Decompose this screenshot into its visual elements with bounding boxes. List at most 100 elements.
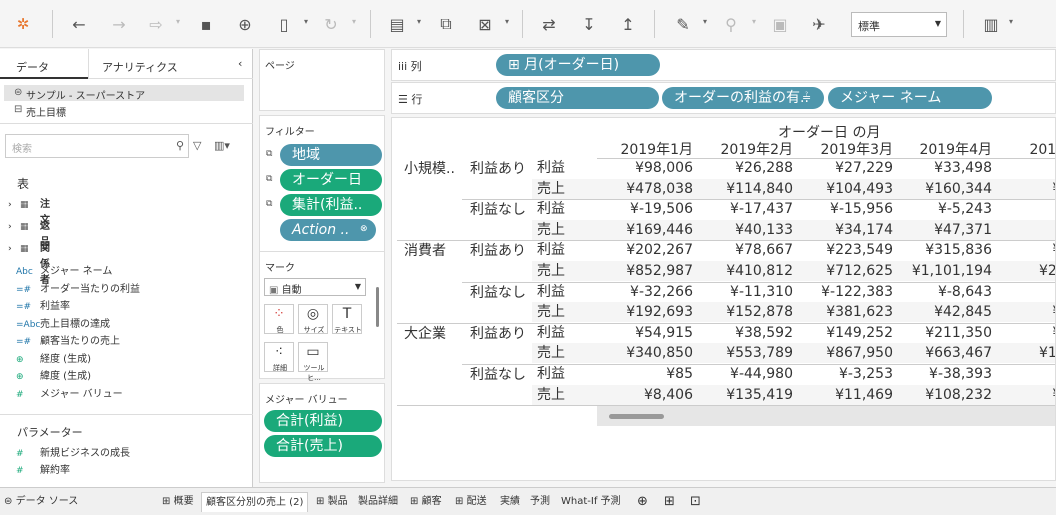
sheet-tab[interactable]: 製品詳細 <box>358 492 398 512</box>
measure-value-pill[interactable]: 合計(売上) <box>264 435 382 457</box>
pages-card[interactable]: ページ <box>259 49 385 111</box>
table-cell[interactable]: ¥340 <box>992 240 1055 260</box>
table-cell[interactable]: ¥78,667 <box>697 240 793 260</box>
table-cell[interactable]: ¥160,344 <box>896 179 992 199</box>
show-me-dropdown-icon[interactable]: ▾ <box>1009 17 1013 26</box>
fix-axes-icon[interactable]: ✈ <box>806 12 832 36</box>
filter-pill[interactable]: オーダー日 <box>280 169 382 191</box>
measure-values-card[interactable]: メジャー バリュー 合計(利益) 合計(売上) <box>259 383 385 483</box>
new-story-icon[interactable]: ⊡ <box>690 492 701 512</box>
table-cell[interactable]: ¥-32,266 <box>597 282 693 302</box>
table-cell[interactable]: ¥47,371 <box>896 220 992 240</box>
table-cell[interactable]: ¥1,014 <box>992 343 1055 363</box>
profit-group-label[interactable]: 利益あり <box>470 241 526 261</box>
profit-group-label[interactable]: 利益なし <box>470 200 526 220</box>
detail-button[interactable]: ⁖ 詳細 <box>264 342 294 372</box>
datasource-item[interactable]: ⊜ サンプル - スーパーストア <box>4 85 244 102</box>
table-cell[interactable]: ¥169,446 <box>597 220 693 240</box>
table-cell[interactable]: ¥478,038 <box>597 179 693 199</box>
table-cell[interactable]: ¥211,350 <box>896 323 992 343</box>
tableau-logo-icon[interactable]: ✲ <box>10 12 36 36</box>
table-cell[interactable]: ¥-38,393 <box>896 364 992 384</box>
tab-analytics[interactable]: アナリティクス <box>102 59 178 75</box>
table-cell[interactable]: ¥-44,980 <box>697 364 793 384</box>
replay-dropdown-icon[interactable]: ▾ <box>176 17 180 26</box>
table-cell[interactable]: ¥-3,253 <box>797 364 893 384</box>
sheet-tab[interactable]: What-If 予測 <box>561 492 621 512</box>
sheet-tab[interactable]: 予測 <box>530 492 550 512</box>
table-cell[interactable]: ¥42,845 <box>896 302 992 322</box>
new-dashboard-icon[interactable]: ⊞ <box>664 492 675 512</box>
sheet-tab[interactable]: ⊞ 概要 <box>162 492 194 512</box>
table-cell[interactable]: ¥315,836 <box>896 240 992 260</box>
table-cell[interactable]: ¥-22 <box>992 282 1055 302</box>
table-cell[interactable]: ¥54,915 <box>597 323 693 343</box>
sheet-tab[interactable]: ⊞ 配送 <box>455 492 487 512</box>
table-cell[interactable]: ¥40,133 <box>697 220 793 240</box>
table-cell[interactable]: ¥867,950 <box>797 343 893 363</box>
datasource-tab[interactable]: ⊜ データ ソース <box>4 492 78 512</box>
table-cell[interactable]: ¥852,987 <box>597 261 693 281</box>
refresh-dropdown-icon[interactable]: ▾ <box>352 17 356 26</box>
table-cell[interactable]: ¥85 <box>597 364 693 384</box>
table-cell[interactable]: ¥340,850 <box>597 343 693 363</box>
search-input[interactable]: 検索 ⚲ <box>5 134 189 158</box>
profit-group-label[interactable]: 利益なし <box>470 283 526 303</box>
group-dropdown-icon[interactable]: ▾ <box>752 17 756 26</box>
table-cell[interactable]: ¥-81 <box>992 364 1055 384</box>
table-cell[interactable]: ¥-15,956 <box>797 199 893 219</box>
collapse-pane-icon[interactable]: ‹ <box>238 57 242 70</box>
table-cell[interactable]: ¥-19,506 <box>597 199 693 219</box>
redo-icon[interactable]: → <box>106 12 132 36</box>
undo-icon[interactable]: ← <box>66 12 92 36</box>
table-cell[interactable]: ¥-8,643 <box>896 282 992 302</box>
mark-type-select[interactable]: ▣ 自動 ▼ <box>264 278 366 296</box>
table-cell[interactable]: ¥290 <box>992 385 1055 405</box>
sort-descending-icon[interactable]: ↥ <box>615 12 641 36</box>
fit-select[interactable]: 標準 ▼ <box>851 12 947 37</box>
sheet-tab[interactable]: ⊞ 顧客 <box>410 492 442 512</box>
show-mark-labels-icon[interactable]: ▣ <box>767 12 793 36</box>
table-cell[interactable]: ¥381,623 <box>797 302 893 322</box>
table-cell[interactable]: ¥38,592 <box>697 323 793 343</box>
refresh-icon[interactable]: ↻ <box>318 12 344 36</box>
view-options-icon[interactable]: ▥▾ <box>214 139 230 152</box>
horizontal-scrollbar[interactable] <box>597 406 1055 426</box>
table-cell[interactable]: ¥-26 <box>992 199 1055 219</box>
sheet-tab-active[interactable]: 顧客区分別の売上 (2) <box>201 492 309 512</box>
size-button[interactable]: ◎ サイズ <box>298 304 328 334</box>
marks-scrollbar[interactable] <box>376 287 379 327</box>
swap-rows-columns-icon[interactable]: ⇄ <box>536 12 562 36</box>
save-icon[interactable]: ▪ <box>193 12 219 36</box>
table-cell[interactable]: ¥2,070 <box>992 261 1055 281</box>
rows-shelf[interactable]: ☰ 行 顧客区分 オーダーの利益の有.. ≟ メジャー ネーム <box>391 82 1056 114</box>
table-cell[interactable]: ¥1,101,194 <box>896 261 992 281</box>
column-pill[interactable]: ⊞ 月(オーダー日) <box>496 54 660 76</box>
duplicate-sheet-icon[interactable]: ⧉ <box>433 12 459 36</box>
show-me-icon[interactable]: ▥ <box>978 12 1004 36</box>
table-cell[interactable]: ¥104,493 <box>797 179 893 199</box>
table-cell[interactable]: ¥223,549 <box>797 240 893 260</box>
table-cell[interactable]: ¥27,229 <box>797 158 893 178</box>
filter-pill[interactable]: 集計(利益.. <box>280 194 382 216</box>
table-cell[interactable]: ¥-11,310 <box>697 282 793 302</box>
table-cell[interactable]: ¥98,006 <box>597 158 693 178</box>
filter-icon[interactable]: ▽ <box>193 139 201 152</box>
table-cell[interactable]: ¥8,406 <box>597 385 693 405</box>
table-cell[interactable]: ¥152,878 <box>697 302 793 322</box>
table-cell[interactable]: ¥410,812 <box>697 261 793 281</box>
group-members-icon[interactable]: ⚲ <box>718 12 744 36</box>
highlight-icon[interactable]: ✎ <box>670 12 696 36</box>
table-cell[interactable]: ¥26,288 <box>697 158 793 178</box>
segment-label[interactable]: 消費者 <box>404 241 446 261</box>
table-cell[interactable]: ¥33,498 <box>896 158 992 178</box>
color-button[interactable]: ⁘ 色 <box>264 304 294 334</box>
pause-updates-icon[interactable]: ▯ <box>271 12 297 36</box>
table-cell[interactable]: ¥525 <box>992 302 1055 322</box>
table-cell[interactable]: ¥58 <box>992 158 1055 178</box>
tab-data[interactable]: データ <box>16 59 49 75</box>
table-cell[interactable]: ¥202,267 <box>597 240 693 260</box>
segment-label[interactable]: 小規模.. <box>404 159 455 179</box>
table-cell[interactable]: ¥429 <box>992 179 1055 199</box>
table-cell[interactable]: ¥192,693 <box>597 302 693 322</box>
